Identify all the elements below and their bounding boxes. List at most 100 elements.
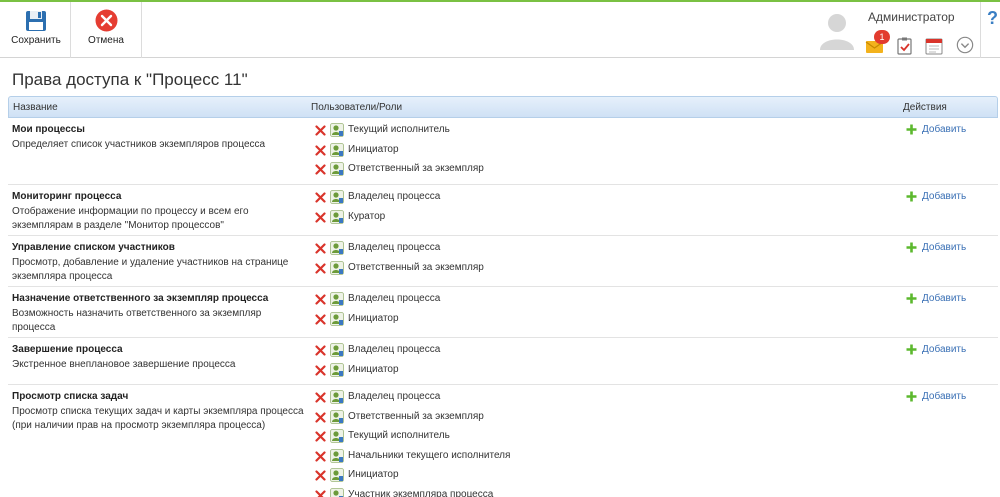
remove-icon[interactable] (315, 411, 326, 423)
role-icon (330, 260, 344, 275)
role-label: Текущий исполнитель (348, 124, 450, 135)
role-icon (330, 190, 344, 204)
plus-icon (906, 124, 917, 135)
help-icon[interactable]: ? (987, 8, 998, 29)
plus-icon (906, 242, 917, 253)
permission-cell: Управление списком участников Просмотр, … (12, 241, 304, 284)
role-icon (330, 468, 344, 482)
permission-description: Возможность назначить ответственного за … (12, 308, 262, 333)
remove-icon[interactable] (315, 243, 326, 254)
remove-icon[interactable] (315, 144, 326, 156)
avatar[interactable] (816, 8, 858, 50)
toolbar: Сохранить Отмена Администратор 1 ? (0, 0, 1000, 58)
plus-icon (906, 344, 917, 355)
permission-cell: Мои процессы Определяет список участнико… (12, 123, 304, 152)
permission-description: Определяет список участников экземпляров… (12, 139, 266, 150)
page-title: Права доступа к "Процесс 11" (12, 70, 248, 89)
permissions-table: Название Пользователи/Роли Действия Мои … (8, 96, 998, 497)
cancel-label: Отмена (88, 35, 124, 46)
role-label: Владелец процесса (348, 293, 441, 304)
role-icon (330, 487, 344, 497)
cancel-button[interactable]: Отмена (71, 4, 141, 56)
remove-icon[interactable] (315, 313, 326, 325)
role-icon (330, 409, 344, 424)
role-label: Владелец процесса (348, 344, 441, 355)
remove-icon[interactable] (315, 125, 326, 136)
column-header-actions: Действия (903, 102, 947, 113)
role-label: Инициатор (348, 312, 399, 324)
permission-name: Управление списком участников (12, 242, 175, 253)
permission-name: Завершение процесса (12, 344, 123, 355)
tasks-icon[interactable] (895, 37, 915, 55)
add-label: Добавить (922, 293, 967, 304)
plus-icon (906, 293, 917, 304)
add-label: Добавить (922, 242, 967, 253)
permission-cell: Назначение ответственного за экземпляр п… (12, 292, 304, 335)
permission-cell: Мониторинг процесса Отображение информац… (12, 190, 304, 233)
role-icon (330, 162, 344, 176)
remove-icon[interactable] (315, 211, 326, 223)
role-label: Куратор (348, 210, 386, 222)
calendar-icon[interactable] (924, 37, 944, 55)
remove-icon[interactable] (315, 192, 326, 203)
add-label: Добавить (922, 124, 967, 135)
plus-icon (906, 191, 917, 202)
permission-description: Просмотр списка текущих задач и карты эк… (12, 406, 304, 431)
remove-icon[interactable] (315, 164, 326, 175)
permission-name: Мониторинг процесса (12, 191, 122, 202)
permission-description: Просмотр, добавление и удаление участник… (12, 257, 289, 282)
plus-icon (906, 391, 917, 402)
role-label: Инициатор (348, 363, 399, 375)
floppy-disk-icon (26, 11, 46, 31)
add-label: Добавить (922, 344, 967, 355)
remove-icon[interactable] (315, 470, 326, 481)
role-icon (330, 241, 344, 255)
remove-icon[interactable] (315, 262, 326, 274)
role-icon (330, 209, 344, 224)
permission-cell: Завершение процесса Экстренное внепланов… (12, 343, 304, 372)
role-icon (330, 343, 344, 357)
role-icon (330, 362, 344, 377)
toolbar-divider (980, 2, 981, 58)
permission-name: Мои процессы (12, 124, 85, 135)
notification-badge: 1 (874, 30, 890, 44)
role-icon (330, 292, 344, 306)
permission-name: Назначение ответственного за экземпляр п… (12, 293, 269, 304)
user-name[interactable]: Администратор (868, 10, 955, 24)
role-icon (330, 123, 344, 137)
table-body: Мои процессы Определяет список участнико… (8, 118, 998, 497)
role-icon (330, 429, 344, 443)
table-row: Назначение ответственного за экземпляр п… (8, 287, 998, 338)
cancel-circle-icon (95, 9, 118, 32)
role-label: Инициатор (348, 469, 399, 480)
add-label: Добавить (922, 191, 967, 202)
remove-icon[interactable] (315, 345, 326, 356)
chevron-down-icon[interactable] (955, 36, 975, 54)
table-row: Просмотр списка задач Просмотр списка те… (8, 385, 998, 497)
role-label: Ответственный за экземпляр (348, 410, 484, 422)
role-label: Ответственный за экземпляр (348, 163, 484, 174)
remove-icon[interactable] (315, 364, 326, 376)
table-row: Мои процессы Определяет список участнико… (8, 118, 998, 185)
table-row: Завершение процесса Экстренное внепланов… (8, 338, 998, 385)
column-header-roles: Пользователи/Роли (311, 102, 403, 113)
permission-description: Отображение информации по процессу и все… (12, 206, 249, 231)
remove-icon[interactable] (315, 450, 326, 462)
remove-icon[interactable] (315, 489, 326, 497)
role-label: Ответственный за экземпляр (348, 261, 484, 273)
remove-icon[interactable] (315, 294, 326, 305)
save-label: Сохранить (11, 35, 61, 46)
role-label: Владелец процесса (348, 191, 441, 202)
toolbar-divider (141, 2, 142, 58)
permission-name: Просмотр списка задач (12, 391, 129, 402)
role-label: Владелец процесса (348, 242, 441, 253)
role-label: Текущий исполнитель (348, 430, 450, 441)
role-label: Участник экземпляра процесса (348, 488, 494, 497)
role-label: Начальники текущего исполнителя (348, 449, 511, 461)
column-header-name: Название (13, 102, 58, 113)
remove-icon[interactable] (315, 392, 326, 403)
role-icon (330, 142, 344, 157)
save-button[interactable]: Сохранить (6, 4, 66, 56)
role-label: Владелец процесса (348, 391, 441, 402)
remove-icon[interactable] (315, 431, 326, 442)
